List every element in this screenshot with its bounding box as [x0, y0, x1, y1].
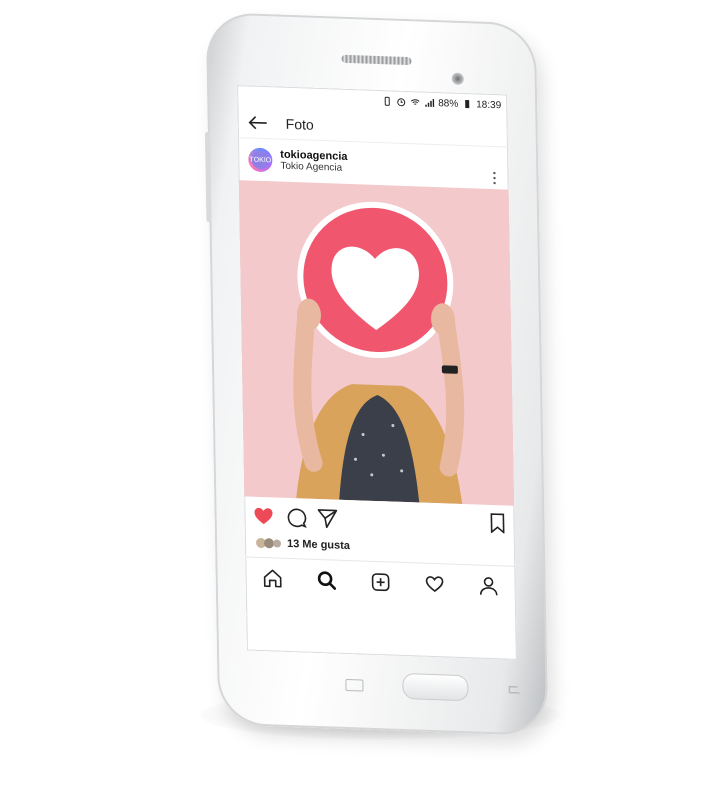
vibrate-icon: [384, 96, 390, 106]
profile-icon[interactable]: [477, 575, 499, 598]
bookmark-icon[interactable]: [490, 513, 505, 534]
heart-icon[interactable]: [252, 505, 274, 528]
home-button[interactable]: [402, 672, 469, 702]
phone-screen: 88% 18:39 Foto TOKIO tokioagencia Tokio …: [237, 85, 517, 660]
avatar[interactable]: TOKIO: [248, 147, 273, 173]
speaker-grille: [341, 54, 412, 66]
battery-icon: [465, 100, 470, 109]
bottom-nav: [245, 556, 516, 607]
back-key-icon: [508, 685, 520, 694]
post-author: tokioagencia Tokio Agencia: [280, 149, 348, 175]
likes-count[interactable]: 13 Me gusta: [287, 538, 350, 552]
smartphone: 88% 18:39 Foto TOKIO tokioagencia Tokio …: [204, 11, 549, 737]
front-camera: [451, 72, 464, 85]
scene: 88% 18:39 Foto TOKIO tokioagencia Tokio …: [0, 0, 710, 786]
more-options-icon[interactable]: [492, 171, 496, 185]
photo-illustration: [293, 201, 465, 504]
comment-icon[interactable]: [284, 506, 307, 529]
activity-icon[interactable]: [423, 573, 445, 596]
back-arrow-icon[interactable]: [248, 114, 268, 131]
volume-button: [204, 131, 212, 223]
alarm-icon: [397, 98, 406, 107]
clock: 18:39: [476, 98, 502, 111]
display-name: Tokio Agencia: [280, 160, 343, 174]
post-photo[interactable]: [238, 180, 515, 506]
recent-apps-key[interactable]: [345, 678, 364, 692]
search-icon[interactable]: [315, 569, 337, 592]
add-icon[interactable]: [369, 571, 391, 594]
wifi-icon: [410, 99, 420, 105]
page-title: Foto: [285, 115, 314, 133]
avatar-logo: TOKIO: [249, 150, 271, 170]
share-icon[interactable]: [316, 507, 338, 530]
back-key[interactable]: [505, 683, 521, 696]
home-icon[interactable]: [261, 567, 283, 590]
signal-icon: [425, 98, 435, 107]
liker-avatars: [256, 537, 282, 549]
battery-percent: 88%: [438, 97, 459, 110]
